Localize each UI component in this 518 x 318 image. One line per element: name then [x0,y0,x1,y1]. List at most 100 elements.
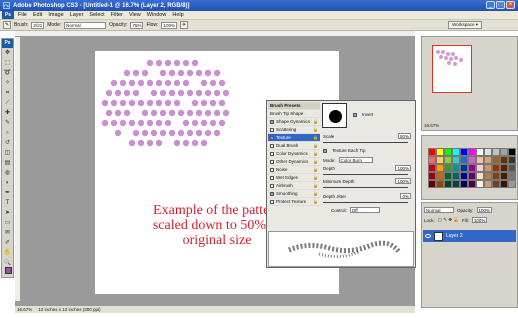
color-swatch[interactable] [468,164,476,172]
color-swatch[interactable] [444,148,452,156]
color-swatch[interactable] [484,172,492,180]
color-swatch[interactable] [428,172,436,180]
menu-filter[interactable]: Filter [111,12,123,18]
layer-row[interactable]: Layer 2 [423,230,516,242]
brush-setting-checkbox[interactable] [270,128,274,132]
path-selection-icon[interactable]: ➤ [2,209,13,218]
lock-icon[interactable]: 🔒 [313,198,318,206]
color-swatch[interactable] [452,156,460,164]
color-swatch[interactable] [436,148,444,156]
pen-tool-icon[interactable]: ✒ [2,189,13,198]
color-swatch[interactable] [428,180,436,188]
menu-window[interactable]: Window [147,12,167,18]
brush-setting-checkbox[interactable] [270,120,274,124]
close-button[interactable]: × [506,1,515,9]
minimize-button[interactable]: _ [486,1,495,9]
lock-icon[interactable]: 🔒 [313,118,318,126]
dodge-tool-icon[interactable]: ◐ [2,179,13,188]
color-swatch[interactable] [468,180,476,188]
menu-edit[interactable]: Edit [33,12,42,18]
color-swatch[interactable] [484,180,492,188]
color-swatch[interactable] [508,180,516,188]
color-swatch[interactable] [492,156,500,164]
brush-setting-wet-edges[interactable]: Wet Edges 🔒 [268,174,320,182]
color-swatch[interactable] [484,148,492,156]
magic-wand-icon[interactable]: ✧ [2,79,13,88]
color-swatch[interactable] [508,164,516,172]
brush-setting-brush-tip-shape[interactable]: Brush Tip Shape [268,110,320,118]
brush-setting-checkbox[interactable] [270,168,274,172]
color-swatch[interactable] [468,172,476,180]
min-depth-slider[interactable] [323,187,408,188]
history-brush-icon[interactable]: ↺ [2,139,13,148]
color-swatch[interactable] [428,148,436,156]
menu-file[interactable]: File [18,12,27,18]
clone-stamp-icon[interactable]: ♁ [2,129,13,138]
color-swatch[interactable] [500,164,508,172]
color-swatch[interactable] [436,180,444,188]
foreground-color-swatch[interactable] [5,267,12,274]
crop-tool-icon[interactable]: ⌗ [2,89,13,98]
depth-jitter-field[interactable]: 0% [400,193,411,199]
texture-mode-select[interactable]: Color Burn [338,157,373,163]
brush-setting-checkbox[interactable] [270,152,274,156]
color-swatch[interactable] [444,164,452,172]
eyedropper-tool-icon[interactable]: ✐ [2,239,13,248]
airbrush-toggle-icon[interactable]: ✈ [179,21,188,29]
color-swatch[interactable] [468,156,476,164]
brush-setting-checkbox[interactable] [270,144,274,148]
color-swatch[interactable] [460,148,468,156]
color-swatch[interactable] [500,180,508,188]
color-swatch[interactable] [492,148,500,156]
type-tool-icon[interactable]: T [2,199,13,208]
lock-icon[interactable]: 🔒 [313,182,318,190]
invert-checkbox[interactable] [353,112,357,117]
color-swatch[interactable] [508,172,516,180]
status-zoom[interactable]: 16.67% [17,307,32,312]
color-swatch[interactable] [476,172,484,180]
color-swatch[interactable] [460,156,468,164]
lock-icon[interactable]: 🔒 [313,142,318,150]
brush-setting-checkbox[interactable] [270,200,274,204]
layer-name[interactable]: Layer 2 [446,233,463,239]
brush-setting-color-dynamics[interactable]: Color Dynamics 🔒 [268,150,320,158]
color-swatch[interactable] [500,172,508,180]
brush-tool-preset-icon[interactable]: ✎ [3,21,11,29]
lock-icon[interactable]: 🔒 [313,134,318,142]
brush-setting-smoothing[interactable]: Smoothing 🔒 [268,190,320,198]
slice-tool-icon[interactable]: ⟋ [2,99,13,108]
lock-icon[interactable]: 🔒 [313,174,318,182]
menu-view[interactable]: View [129,12,141,18]
notes-tool-icon[interactable]: ✉ [2,229,13,238]
scale-field[interactable]: 50% [397,133,411,139]
brush-setting-checkbox[interactable] [270,176,274,180]
color-swatch[interactable] [436,172,444,180]
brush-setting-brush-presets[interactable]: Brush Presets [268,102,320,110]
brush-setting-noise[interactable]: Noise 🔒 [268,166,320,174]
brush-size-picker[interactable]: 2/21 [31,21,45,29]
depth-field[interactable]: 100% [395,165,411,171]
min-depth-field[interactable]: 100% [395,178,411,184]
layer-fill-field[interactable]: 100% [471,217,488,223]
menu-select[interactable]: Select [89,12,104,18]
menu-help[interactable]: Help [172,12,183,18]
lock-icon[interactable]: 🔒 [313,158,318,166]
brush-setting-checkbox[interactable] [270,136,274,140]
color-swatch[interactable] [444,172,452,180]
color-swatch[interactable] [492,180,500,188]
opacity-field[interactable]: 75% [130,21,144,29]
color-swatch[interactable] [476,156,484,164]
flow-field[interactable]: 100% [161,21,177,29]
brush-setting-scattering[interactable]: Scattering 🔒 [268,126,320,134]
lock-icon[interactable]: 🔒 [313,190,318,198]
eraser-tool-icon[interactable]: ◫ [2,149,13,158]
mode-select[interactable]: Normal [64,21,107,29]
lock-icon[interactable]: 🔒 [313,150,318,158]
brush-setting-checkbox[interactable] [270,192,274,196]
brush-setting-checkbox[interactable] [270,160,274,164]
color-swatch[interactable] [476,164,484,172]
color-swatch[interactable] [468,148,476,156]
color-swatch[interactable] [428,164,436,172]
brush-tool-icon[interactable]: ✎ [2,119,13,128]
navigator-zoom[interactable]: 16.67% [424,123,439,128]
